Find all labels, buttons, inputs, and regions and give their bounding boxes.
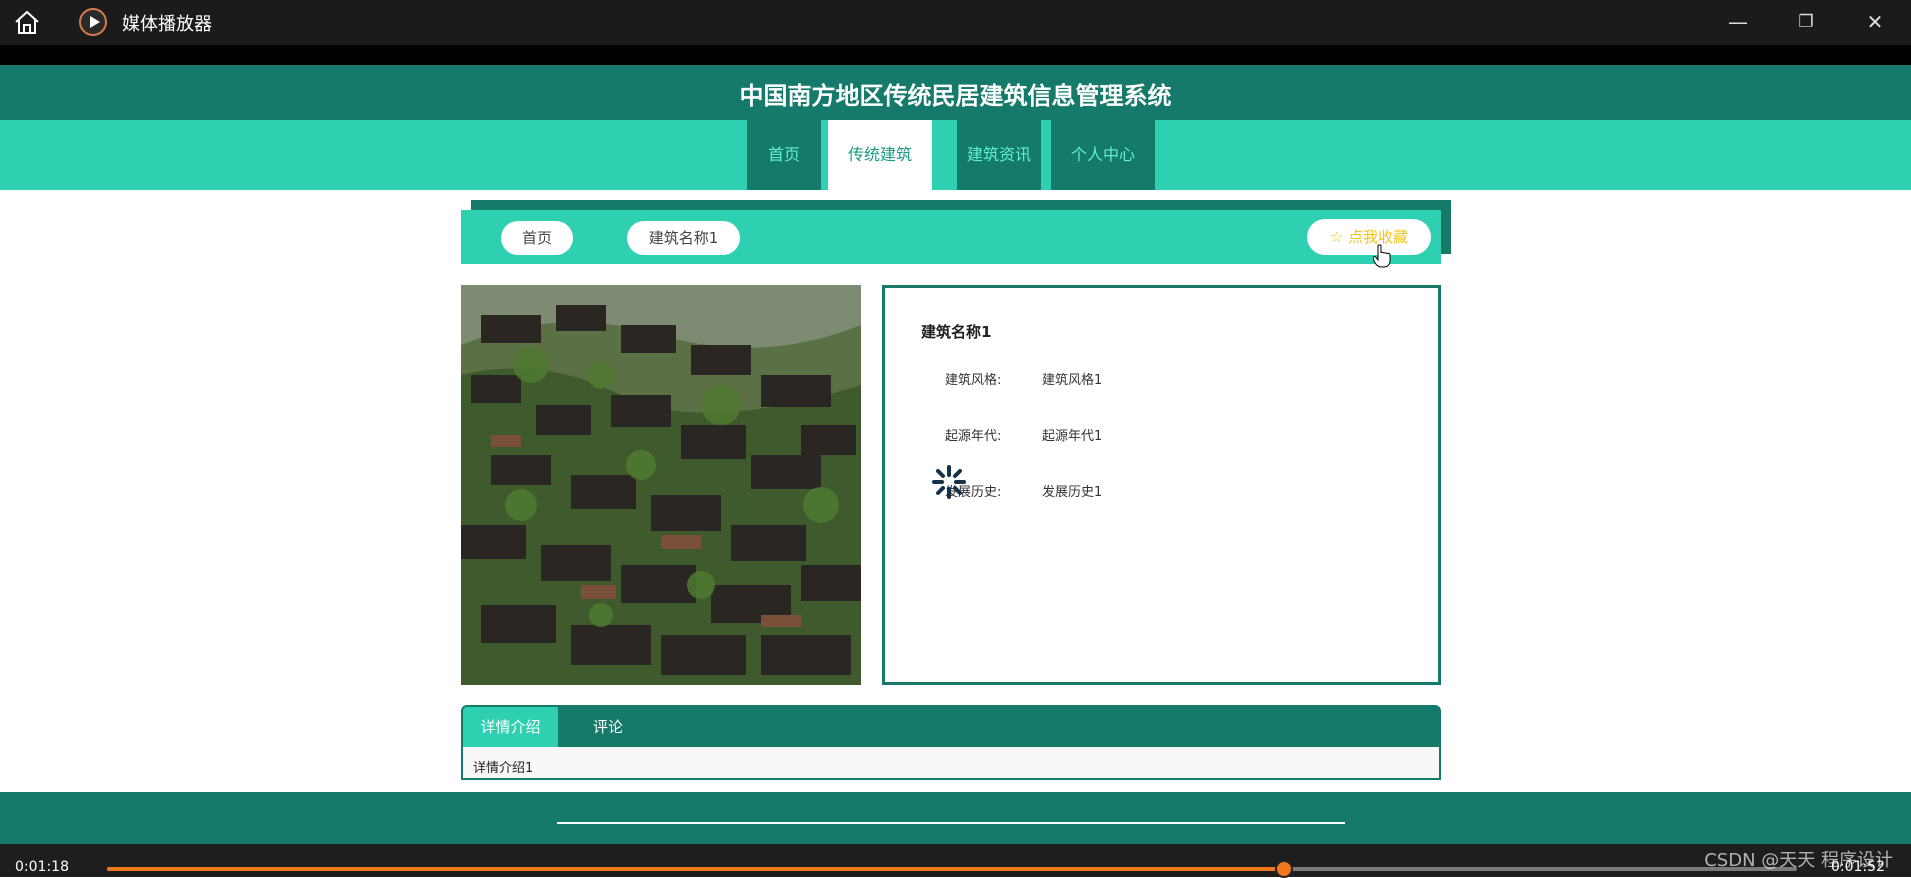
- tab-comments[interactable]: 评论: [558, 707, 658, 747]
- info-label: 起源年代:: [945, 429, 1002, 444]
- info-label: 建筑风格:: [945, 373, 1002, 388]
- seek-bar[interactable]: [107, 860, 1797, 878]
- minimize-button[interactable]: —: [1718, 7, 1758, 37]
- seek-thumb[interactable]: [1274, 860, 1293, 878]
- watermark: CSDN @天天 程序设计: [1704, 850, 1893, 871]
- detail-tabs: 详情介绍 评论 详情介绍1: [461, 705, 1441, 780]
- tab-content: 详情介绍1: [463, 747, 1439, 778]
- info-row-history: 发展历史: 发展历史1: [945, 481, 1102, 500]
- media-player-logo-icon: [79, 8, 107, 36]
- letterbox-strip: [0, 45, 1911, 65]
- site-header: 中国南方地区传统民居建筑信息管理系统: [0, 65, 1911, 120]
- info-value: 起源年代1: [1042, 429, 1103, 444]
- player-controls: 0:01:18 0:01:52 CSDN @天天 程序设计: [0, 844, 1911, 878]
- nav-item-building-news[interactable]: 建筑资讯: [957, 120, 1041, 190]
- home-icon[interactable]: [12, 8, 42, 36]
- nav-item-personal-center[interactable]: 个人中心: [1051, 120, 1155, 190]
- nav-item-traditional-buildings[interactable]: 传统建筑: [828, 120, 932, 190]
- info-row-origin: 起源年代: 起源年代1: [945, 425, 1102, 444]
- maximize-button[interactable]: ❐: [1786, 7, 1826, 37]
- building-info-panel: 建筑名称1 建筑风格: 建筑风格1 起源年代: 起源年代1 发展历史: 发展历史1: [882, 285, 1441, 685]
- footer-divider: [557, 822, 1345, 824]
- hand-cursor-icon: [1373, 244, 1391, 268]
- info-value: 建筑风格1: [1042, 373, 1103, 388]
- breadcrumb-home[interactable]: 首页: [501, 221, 573, 255]
- breadcrumb-current[interactable]: 建筑名称1: [627, 221, 740, 255]
- window-title: 媒体播放器: [122, 14, 212, 35]
- loading-spinner-icon: [932, 465, 966, 499]
- favorite-button[interactable]: ☆ 点我收藏: [1307, 219, 1431, 255]
- site-footer: [0, 792, 1911, 844]
- main-nav: 首页 传统建筑 建筑资讯 个人中心: [0, 120, 1911, 190]
- window-titlebar: 媒体播放器 — ❐ ✕: [0, 0, 1911, 45]
- building-photo: [461, 285, 861, 685]
- site-title: 中国南方地区传统民居建筑信息管理系统: [739, 82, 1172, 110]
- current-time: 0:01:18: [15, 859, 69, 875]
- nav-item-home[interactable]: 首页: [747, 120, 821, 190]
- seek-bar-progress: [107, 867, 1284, 871]
- info-row-style: 建筑风格: 建筑风格1: [945, 369, 1102, 388]
- tab-details[interactable]: 详情介绍: [463, 707, 558, 747]
- close-button[interactable]: ✕: [1855, 7, 1895, 37]
- breadcrumb: 首页 建筑名称1 ☆ 点我收藏: [461, 210, 1441, 268]
- info-value: 发展历史1: [1042, 485, 1103, 500]
- building-name: 建筑名称1: [921, 323, 992, 341]
